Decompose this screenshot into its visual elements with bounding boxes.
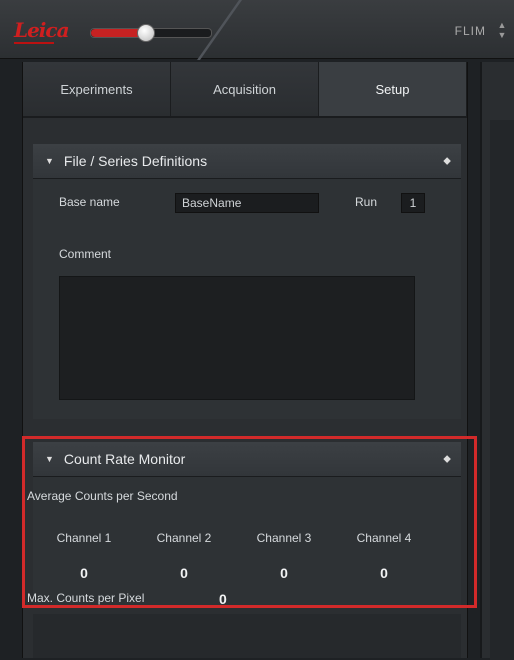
channel-2-label: Channel 2 <box>156 531 212 545</box>
pin-icon[interactable]: ⬥ <box>443 155 451 168</box>
run-input[interactable] <box>401 193 425 213</box>
logo-underline <box>14 42 54 44</box>
leica-logo: Leica <box>14 18 70 42</box>
file-series-header[interactable]: ▼ File / Series Definitions ⬥ <box>33 144 461 179</box>
right-panel-inner <box>490 120 514 660</box>
count-rate-header[interactable]: ▼ Count Rate Monitor ⬥ <box>33 442 461 477</box>
tab-bar: Experiments Acquisition Setup <box>23 62 467 116</box>
pin-icon[interactable]: ⬥ <box>443 453 451 466</box>
mode-stepper-icon[interactable]: ▲ ▼ <box>496 20 508 42</box>
tab-acquisition[interactable]: Acquisition <box>171 62 319 116</box>
channel-1-value: 0 <box>80 565 88 581</box>
panel-footer <box>33 614 461 658</box>
tab-setup[interactable]: Setup <box>319 62 467 116</box>
avg-counts-label: Average Counts per Second <box>27 489 178 503</box>
setup-panel: Experiments Acquisition Setup ▼ File / S… <box>22 62 468 658</box>
tab-underline <box>23 116 467 118</box>
right-panel <box>480 62 514 660</box>
tab-experiments[interactable]: Experiments <box>23 62 171 116</box>
count-rate-title: Count Rate Monitor <box>63 451 186 467</box>
base-name-label: Base name <box>59 195 120 209</box>
channel-1-label: Channel 1 <box>56 531 112 545</box>
collapse-arrow-icon: ▼ <box>45 454 54 464</box>
channel-3-value: 0 <box>280 565 288 581</box>
channel-2-value: 0 <box>180 565 188 581</box>
base-name-input[interactable] <box>175 193 319 213</box>
mode-label: FLIM <box>454 24 486 38</box>
channel-3-label: Channel 3 <box>256 531 312 545</box>
comment-field[interactable] <box>59 276 415 400</box>
top-toolbar: Leica FLIM ▲ ▼ <box>0 0 514 60</box>
collapse-arrow-icon: ▼ <box>45 156 54 166</box>
slider-knob[interactable] <box>137 24 155 42</box>
comment-label: Comment <box>59 247 112 261</box>
intensity-slider[interactable] <box>90 24 212 42</box>
channel-4-value: 0 <box>380 565 388 581</box>
count-rate-body: Average Counts per Second Channel 1 Chan… <box>27 477 461 607</box>
channel-4-label: Channel 4 <box>356 531 412 545</box>
max-counts-label: Max. Counts per Pixel <box>27 591 145 605</box>
max-counts-value: 0 <box>219 591 227 607</box>
file-series-title: File / Series Definitions <box>63 153 208 169</box>
run-label: Run <box>355 195 378 209</box>
